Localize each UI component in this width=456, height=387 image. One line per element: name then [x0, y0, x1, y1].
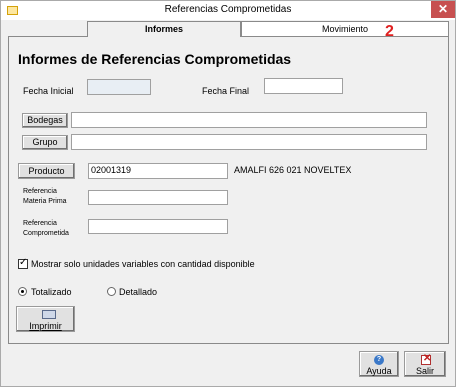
disponible-checkbox[interactable]: ✓ [18, 257, 28, 269]
detallado-label: Detallado [119, 287, 158, 297]
bodegas-field[interactable] [71, 112, 427, 128]
title-bar: Referencias Comprometidas ✕ [1, 1, 455, 20]
grupo-button[interactable]: Grupo [22, 135, 68, 150]
imprimir-label-text: Imprimir [29, 321, 62, 331]
checkmark-icon: ✓ [19, 257, 28, 268]
close-button[interactable]: ✕ [431, 1, 455, 18]
radio-selected-dot [21, 290, 24, 293]
producto-button[interactable]: Producto [18, 163, 75, 179]
bodegas-button[interactable]: Bodegas [22, 113, 68, 128]
detallado-radio[interactable] [107, 287, 116, 296]
tab-movimiento[interactable]: Movimiento [241, 21, 449, 36]
ref-comprometida-label: Referencia Comprometida [23, 219, 69, 239]
ayuda-button[interactable]: ? Ayuda [359, 351, 399, 377]
tab-informes-label: Informes [144, 24, 183, 34]
ref-comprometida-label-line2: Comprometida [23, 230, 69, 237]
ayuda-label: Ayuda [366, 366, 392, 376]
help-icon: ? [374, 355, 384, 365]
ref-materia-prima-label: Referencia Materia Prima [23, 187, 67, 207]
printer-icon [42, 310, 56, 319]
tab-informes[interactable]: Informes [87, 21, 241, 37]
imprimir-button[interactable]: Imprimir [16, 306, 75, 332]
app-window: Referencias Comprometidas ✕ Informes Mov… [0, 0, 456, 387]
fecha-inicial-field[interactable] [87, 79, 151, 95]
page-title: Informes de Referencias Comprometidas [18, 51, 292, 67]
fecha-inicial-label: Fecha Inicial [23, 86, 74, 96]
tab-movimiento-label: Movimiento [321, 24, 368, 34]
producto-field[interactable]: 02001319 [88, 163, 228, 179]
totalizado-label: Totalizado [31, 287, 72, 297]
exit-icon: ✕ [421, 353, 432, 365]
imprimir-label: Imprimir [17, 321, 74, 331]
ref-materia-prima-field[interactable] [88, 190, 228, 205]
salir-button[interactable]: ✕ Salir [404, 351, 446, 377]
ref-comprometida-label-line1: Referencia [23, 220, 57, 227]
fecha-final-label: Fecha Final [202, 86, 250, 96]
disponible-checkbox-label: Mostrar solo unidades variables con cant… [31, 259, 255, 269]
ref-comprometida-field[interactable] [88, 219, 228, 234]
salir-label: Salir [415, 366, 434, 376]
ref-materia-prima-label-line2: Materia Prima [23, 198, 67, 205]
window-title: Referencias Comprometidas [164, 4, 292, 15]
informes-panel [8, 36, 449, 344]
grupo-field[interactable] [71, 134, 427, 150]
close-icon: ✕ [437, 2, 449, 16]
fecha-final-field[interactable] [264, 78, 343, 94]
ref-materia-prima-label-line1: Referencia [23, 188, 57, 195]
totalizado-radio[interactable] [18, 287, 27, 296]
producto-description: AMALFI 626 021 NOVELTEX [234, 165, 352, 175]
